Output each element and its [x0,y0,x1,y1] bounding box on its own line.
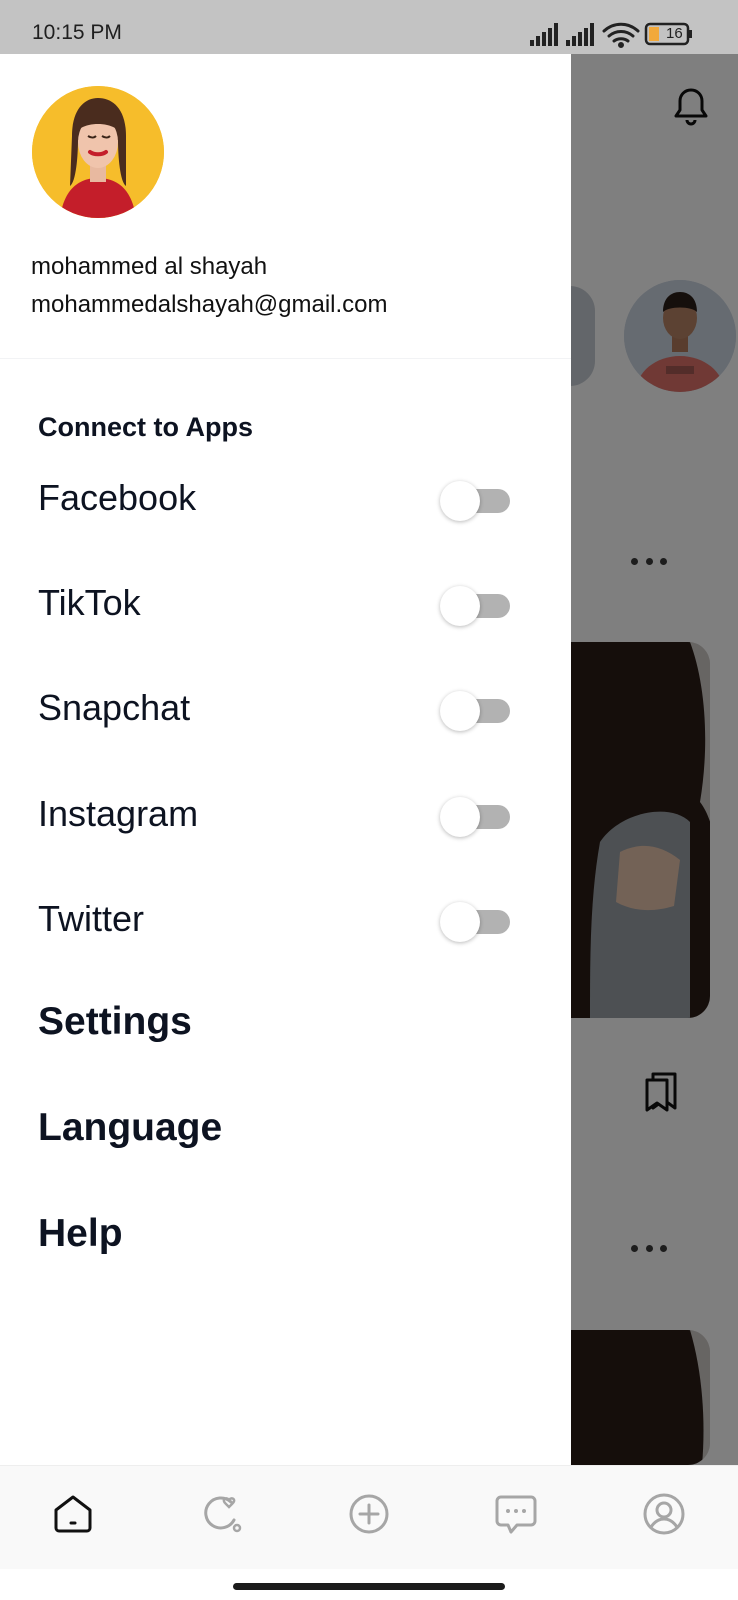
activity-icon [204,1496,242,1533]
signal-icon-2 [566,23,594,46]
app-row-facebook: Facebook [0,459,571,539]
connect-apps-title: Connect to Apps [38,412,253,442]
nav-home[interactable] [45,1486,101,1542]
menu-settings[interactable]: Settings [38,1000,192,1044]
home-indicator[interactable] [233,1583,505,1590]
avatar-image [32,86,164,218]
nav-profile[interactable] [636,1486,692,1542]
app-label-twitter: Twitter [38,898,145,939]
bottom-nav [0,1465,738,1569]
app-label-instagram: Instagram [38,793,199,834]
app-label-snapchat: Snapchat [38,687,191,728]
user-email: mohammedalshayah@gmail.com [31,291,388,318]
facebook-toggle[interactable] [440,481,510,521]
status-bar: 10:15 PM 16 [0,0,738,54]
profile-header: mohammed al shayah mohammedalshayah@gmai… [0,54,571,359]
nav-add-post[interactable] [341,1486,397,1542]
menu-help[interactable]: Help [38,1212,123,1256]
navigation-drawer: mohammed al shayah mohammedalshayah@gmai… [0,54,571,1465]
home-icon [54,1495,92,1533]
avatar[interactable] [32,86,164,218]
snapchat-toggle[interactable] [440,691,510,731]
instagram-toggle[interactable] [440,797,510,837]
status-time: 10:15 PM [32,21,122,44]
app-label-tiktok: TikTok [38,582,141,623]
app-row-instagram: Instagram [0,775,571,855]
menu-language[interactable]: Language [38,1106,222,1150]
app-row-twitter: Twitter [0,880,571,960]
app-row-tiktok: TikTok [0,564,571,644]
user-name: mohammed al shayah [31,253,268,280]
add-post-icon [349,1494,389,1534]
twitter-toggle[interactable] [440,902,510,942]
signal-icon [530,23,558,46]
messages-icon [495,1495,537,1534]
app-row-snapchat: Snapchat [0,669,571,749]
tiktok-toggle[interactable] [440,586,510,626]
nav-messages[interactable] [488,1486,544,1542]
nav-activity[interactable] [193,1486,249,1542]
battery-level: 16 [666,25,683,42]
app-label-facebook: Facebook [38,477,197,518]
wifi-icon [602,22,640,48]
profile-icon [643,1493,685,1535]
